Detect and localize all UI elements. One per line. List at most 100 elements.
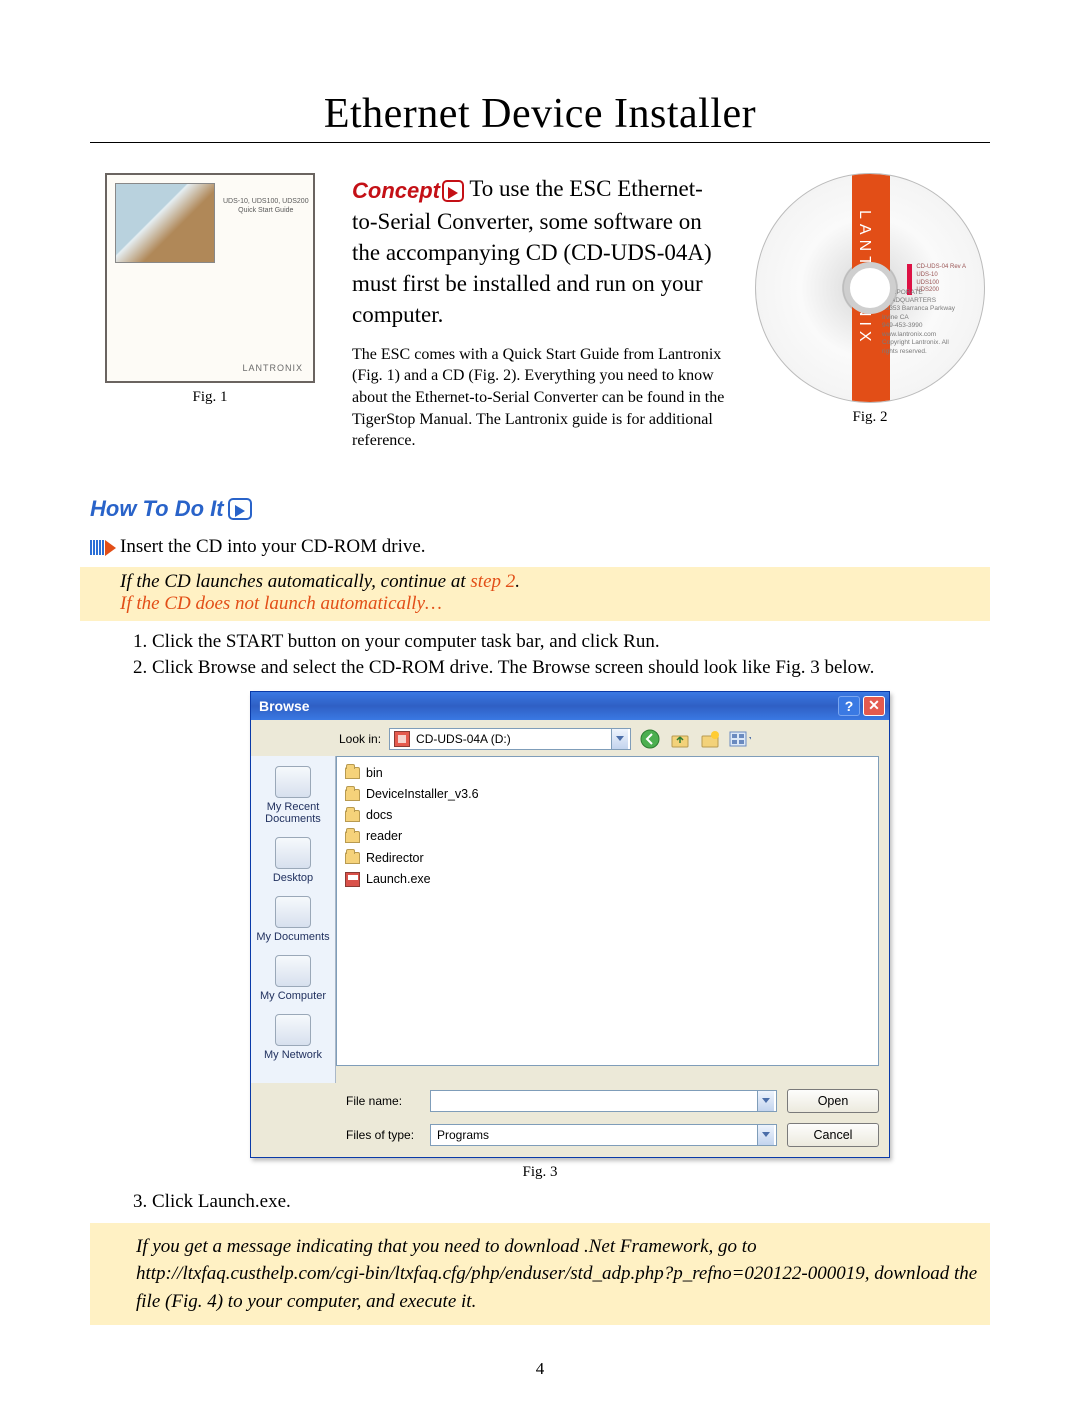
arrow-icon (228, 498, 252, 520)
place-recent[interactable]: My Recent Documents (255, 766, 331, 825)
horizontal-rule (90, 142, 990, 143)
insert-text: Insert the CD into your CD-ROM drive. (120, 536, 426, 557)
file-name: DeviceInstaller_v3.6 (366, 784, 479, 805)
cd-insert-icon (90, 539, 116, 561)
fig1-caption: Fig. 1 (90, 389, 330, 406)
cd-disc: LANTRONIX CD-UDS-04 Rev A UDS-10 UDS100 … (755, 173, 985, 403)
booklet-photo (115, 183, 215, 263)
mycomputer-icon (275, 955, 311, 987)
places-bar: My Recent Documents Desktop My Documents… (251, 756, 336, 1083)
cd-hole (844, 262, 896, 314)
filetypes-value: Programs (437, 1128, 489, 1142)
insert-cd-line: Insert the CD into your CD-ROM drive. (90, 536, 990, 561)
filetypes-label: Files of type: (346, 1128, 420, 1142)
mydocs-icon (275, 896, 311, 928)
toolbar: Look in: CD-UDS-04A (D:) (251, 720, 889, 756)
highlight-box-2: If you get a message indicating that you… (90, 1223, 990, 1326)
dialog-bottom: File name: Open (251, 1083, 889, 1123)
file-name: Launch.exe (366, 869, 431, 890)
place-label: My Recent Documents (265, 801, 321, 825)
dialog-titlebar[interactable]: Browse ? ✕ (251, 692, 889, 720)
cd-blurb: CORPORATE HEADQUARTERS 15353 Barranca Pa… (882, 289, 962, 357)
list-item[interactable]: docs (345, 805, 870, 826)
exe-icon (345, 872, 360, 887)
filename-field[interactable] (430, 1090, 777, 1112)
lookin-combo[interactable]: CD-UDS-04A (D:) (389, 728, 631, 750)
lookin-label: Look in: (339, 732, 381, 746)
booklet-image: UDS-10, UDS100, UDS200 Quick Start Guide… (105, 173, 315, 383)
place-label: My Network (264, 1049, 322, 1061)
chevron-down-icon[interactable] (757, 1125, 774, 1145)
howto-label: How To Do It (90, 496, 224, 522)
lookin-value: CD-UDS-04A (D:) (416, 732, 511, 746)
place-network[interactable]: My Network (255, 1014, 331, 1061)
dialog-title: Browse (259, 698, 310, 714)
place-label: My Documents (256, 931, 329, 943)
up-folder-icon[interactable] (669, 728, 691, 750)
hl1-step: step 2 (470, 571, 515, 592)
step-1: Click the START button on your computer … (152, 631, 990, 653)
filetypes-field[interactable]: Programs (430, 1124, 777, 1146)
hl1-line2: If the CD does not launch automatically… (120, 593, 980, 615)
network-icon (275, 1014, 311, 1046)
list-item[interactable]: Launch.exe (345, 869, 870, 890)
booklet-brand: LANTRONIX (242, 363, 303, 373)
arrow-icon (442, 180, 464, 202)
hl1-end: . (515, 571, 520, 592)
open-button[interactable]: Open (787, 1089, 879, 1113)
folder-icon (345, 767, 360, 779)
ordered-steps: Click the START button on your computer … (130, 631, 990, 679)
chevron-down-icon[interactable] (611, 729, 628, 749)
browse-dialog: Browse ? ✕ Look in: CD-UDS-04A (D:) (250, 691, 890, 1158)
booklet-line2: Quick Start Guide (223, 206, 309, 215)
file-name: reader (366, 826, 402, 847)
place-mycomputer[interactable]: My Computer (255, 955, 331, 1002)
dialog-body: My Recent Documents Desktop My Documents… (251, 756, 889, 1083)
figure-3: Browse ? ✕ Look in: CD-UDS-04A (D:) (150, 691, 990, 1158)
list-item[interactable]: DeviceInstaller_v3.6 (345, 784, 870, 805)
dialog-bottom-2: Files of type: Programs Cancel (251, 1123, 889, 1157)
step-3: Click Launch.exe. (152, 1191, 990, 1213)
fig3-caption: Fig. 3 (90, 1164, 990, 1181)
view-menu-icon[interactable] (729, 728, 751, 750)
cd-image: LANTRONIX CD-UDS-04 Rev A UDS-10 UDS100 … (755, 173, 985, 403)
list-item[interactable]: reader (345, 826, 870, 847)
desktop-icon (275, 837, 311, 869)
figure-2: LANTRONIX CD-UDS-04 Rev A UDS-10 UDS100 … (750, 173, 990, 426)
booklet-texts: UDS-10, UDS100, UDS200 Quick Start Guide (223, 197, 309, 215)
folder-icon (345, 852, 360, 864)
hl2-a: If you get a message indicating that you… (136, 1236, 757, 1257)
step-2: Click Browse and select the CD-ROM drive… (152, 657, 990, 679)
file-list[interactable]: bin DeviceInstaller_v3.6 docs reader Red… (336, 756, 879, 1066)
titlebar-buttons: ? ✕ (838, 696, 885, 716)
drive-icon (394, 731, 410, 747)
place-label: Desktop (273, 872, 313, 884)
folder-icon (345, 789, 360, 801)
file-name: bin (366, 763, 383, 784)
place-mydocs[interactable]: My Documents (255, 896, 331, 943)
hl1-line1: If the CD launches automatically, contin… (120, 571, 980, 593)
howto-heading: How To Do It (90, 496, 990, 522)
list-item[interactable]: Redirector (345, 848, 870, 869)
recent-icon (275, 766, 311, 798)
new-folder-icon[interactable] (699, 728, 721, 750)
list-item[interactable]: bin (345, 763, 870, 784)
cancel-button[interactable]: Cancel (787, 1123, 879, 1147)
hl1-l1a: If the CD launches automatically, contin… (120, 571, 470, 592)
page-title: Ethernet Device Installer (90, 90, 990, 138)
fig2-caption: Fig. 2 (750, 409, 990, 426)
help-button[interactable]: ? (838, 696, 860, 716)
filename-label: File name: (346, 1094, 420, 1108)
file-name: Redirector (366, 848, 424, 869)
ordered-steps-cont: Click Launch.exe. (130, 1191, 990, 1213)
back-icon[interactable] (639, 728, 661, 750)
place-desktop[interactable]: Desktop (255, 837, 331, 884)
chevron-down-icon[interactable] (757, 1091, 774, 1111)
page-number: 4 (90, 1359, 990, 1379)
place-label: My Computer (260, 990, 326, 1002)
close-button[interactable]: ✕ (863, 696, 885, 716)
document-page: Ethernet Device Installer UDS-10, UDS100… (0, 0, 1080, 1419)
concept-paragraph: Concept To use the ESC Ethernet-to-Seria… (352, 173, 728, 330)
folder-icon (345, 831, 360, 843)
hl2-url: http://ltxfaq.custhelp.com/cgi-bin/ltxfa… (136, 1263, 865, 1284)
